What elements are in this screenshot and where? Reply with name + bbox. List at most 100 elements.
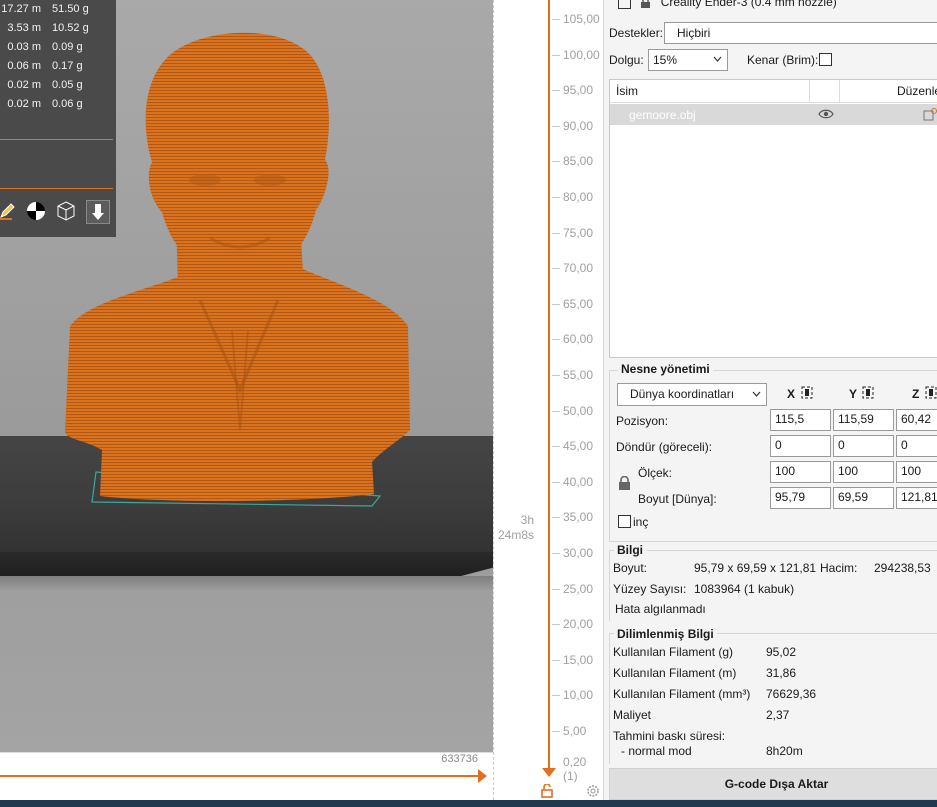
stat-row: 0.03 m 0.09 g <box>0 41 116 60</box>
stat-row: 0.02 m 0.05 g <box>0 79 116 98</box>
scale-label: Ölçek: <box>638 466 673 480</box>
stat-weight: 0.17 g <box>52 60 83 72</box>
tick-label: 30,00 <box>563 546 594 560</box>
tick-label: 90,00 <box>563 118 594 133</box>
drop-to-bed-icon[interactable] <box>862 386 874 402</box>
stat-row: 0.02 m 0.06 g <box>0 98 116 117</box>
center-icon[interactable] <box>25 200 47 222</box>
tick-label: 15,00 <box>563 652 594 667</box>
tick-label: 85,00 <box>563 154 594 169</box>
object-list[interactable]: İsim Düzenle gemoore.obj <box>609 79 937 358</box>
header-edit[interactable]: Düzenle <box>897 84 937 98</box>
coordinate-select[interactable]: Dünya koordinatları <box>617 383 767 406</box>
lock-icon[interactable] <box>540 783 554 801</box>
filament-m-label: Kullanılan Filament (m) <box>613 666 737 680</box>
stat-length: 0.03 m <box>7 41 41 53</box>
inch-checkbox[interactable] <box>618 515 631 528</box>
tick-mark <box>552 125 560 127</box>
eye-icon[interactable] <box>818 108 834 123</box>
drop-to-bed-icon[interactable] <box>801 386 813 402</box>
stat-length: 0.02 m <box>7 98 41 110</box>
stat-weight: 10.52 g <box>52 22 89 34</box>
tick-mark <box>552 553 560 554</box>
lock-scale-icon[interactable] <box>618 475 631 494</box>
tick-mark <box>552 624 560 626</box>
error-status: Hata algılanmadı <box>615 602 706 616</box>
tick-mark <box>552 731 560 732</box>
rotate-y-input[interactable]: 0 <box>833 435 894 457</box>
horizontal-layer-slider[interactable]: 633736 <box>0 752 493 801</box>
scale-y-input[interactable]: 100 <box>833 461 894 483</box>
col-y-label: Y <box>849 387 858 401</box>
infill-select[interactable]: 15% <box>648 49 728 71</box>
stat-weight: 0.09 g <box>52 41 83 53</box>
tick-mark <box>552 375 560 376</box>
tick-mark <box>552 197 560 198</box>
tick-label: 65,00 <box>563 296 594 311</box>
export-gcode-button[interactable]: G-code Dışa Aktar <box>609 768 937 800</box>
header-name[interactable]: İsim <box>616 84 638 98</box>
supports-label: Destekler: <box>609 26 664 40</box>
size-x-input[interactable]: 95,79 <box>770 487 831 509</box>
tick-label: 10,00 <box>563 688 594 703</box>
bottom-height: 0,20 <box>563 755 587 769</box>
time-minutes: 24m8s <box>497 528 534 542</box>
tick-mark <box>552 54 560 56</box>
list-item[interactable]: gemoore.obj <box>610 104 937 125</box>
position-x-input[interactable]: 115,5 <box>770 409 831 431</box>
wireframe-cube-icon[interactable] <box>55 200 77 222</box>
tick-label: 55,00 <box>563 368 594 382</box>
tick-mark <box>552 268 560 270</box>
stat-row: 0.06 m 0.17 g <box>0 60 116 79</box>
position-z-input[interactable]: 60,42 <box>896 409 937 431</box>
tick-label: 80,00 <box>563 190 594 204</box>
tick-mark <box>552 90 560 92</box>
tick-mark <box>552 161 560 163</box>
printer-name: Creality Ender-3 (0.4 mm nozzle) <box>660 0 837 9</box>
tick-label: 60,00 <box>563 332 594 347</box>
edit-icon[interactable] <box>923 108 937 124</box>
filament-m-value: 31,86 <box>766 666 797 680</box>
time-hours: 3h <box>520 513 534 527</box>
size-label: Boyut [Dünya]: <box>638 492 717 506</box>
coordinate-value: Dünya koordinatları <box>630 387 735 401</box>
normal-mode-time: 8h20m <box>766 744 803 758</box>
volume-label: Hacim: <box>820 561 858 575</box>
scale-x-input[interactable]: 100 <box>770 461 831 483</box>
settings-panel: Creality Ender-3 (0.4 mm nozzle) Destekl… <box>603 0 937 807</box>
bottom-index: (1) <box>563 769 578 783</box>
info-title: Bilgi <box>614 543 646 557</box>
stat-length: 17.27 m <box>1 3 41 15</box>
vertical-layer-slider[interactable]: 105,00 100,00 95,00 90,00 85,00 80,00 75,00 70,… <box>493 0 604 800</box>
drop-to-bed-icon[interactable] <box>925 386 937 402</box>
taskbar <box>0 800 937 807</box>
tick-label: 20,00 <box>563 617 594 632</box>
brim-checkbox[interactable] <box>819 53 832 66</box>
stat-row: 3.53 m 10.52 g <box>0 22 116 41</box>
slider-track[interactable] <box>548 0 550 770</box>
tick-mark <box>552 695 560 697</box>
position-y-input[interactable]: 115,59 <box>833 409 894 431</box>
rotate-z-input[interactable]: 0 <box>896 435 937 457</box>
normal-mode-label: - normal mod <box>621 744 692 758</box>
slider-track[interactable] <box>0 775 480 777</box>
supports-select[interactable]: Hiçbiri <box>664 22 937 44</box>
print-time-label: Tahmini baskı süresi: <box>613 729 726 743</box>
rotate-x-input[interactable]: 0 <box>770 435 831 457</box>
printer-checkbox[interactable] <box>618 0 631 10</box>
paint-icon[interactable] <box>0 200 18 222</box>
scale-z-input[interactable]: 100 <box>896 461 937 483</box>
filament-mm3-value: 76629,36 <box>766 687 817 701</box>
slider-handle[interactable] <box>478 769 487 783</box>
tick-mark <box>552 517 560 519</box>
stat-weight: 0.06 g <box>52 98 83 110</box>
printer-row[interactable]: Creality Ender-3 (0.4 mm nozzle) <box>618 0 837 10</box>
settings-icon[interactable] <box>586 784 600 801</box>
3d-viewport[interactable]: 17.27 m 51.50 g 3.53 m 10.52 g 0.03 m 0.… <box>0 0 493 752</box>
faces-value: 1083964 (1 kabuk) <box>694 582 795 596</box>
size-z-input[interactable]: 121,81 <box>896 487 937 509</box>
size-y-input[interactable]: 69,59 <box>833 487 894 509</box>
arrow-down-icon[interactable] <box>86 200 110 224</box>
position-label: Pozisyon: <box>616 414 669 428</box>
faces-label: Yüzey Sayısı: <box>613 582 687 596</box>
